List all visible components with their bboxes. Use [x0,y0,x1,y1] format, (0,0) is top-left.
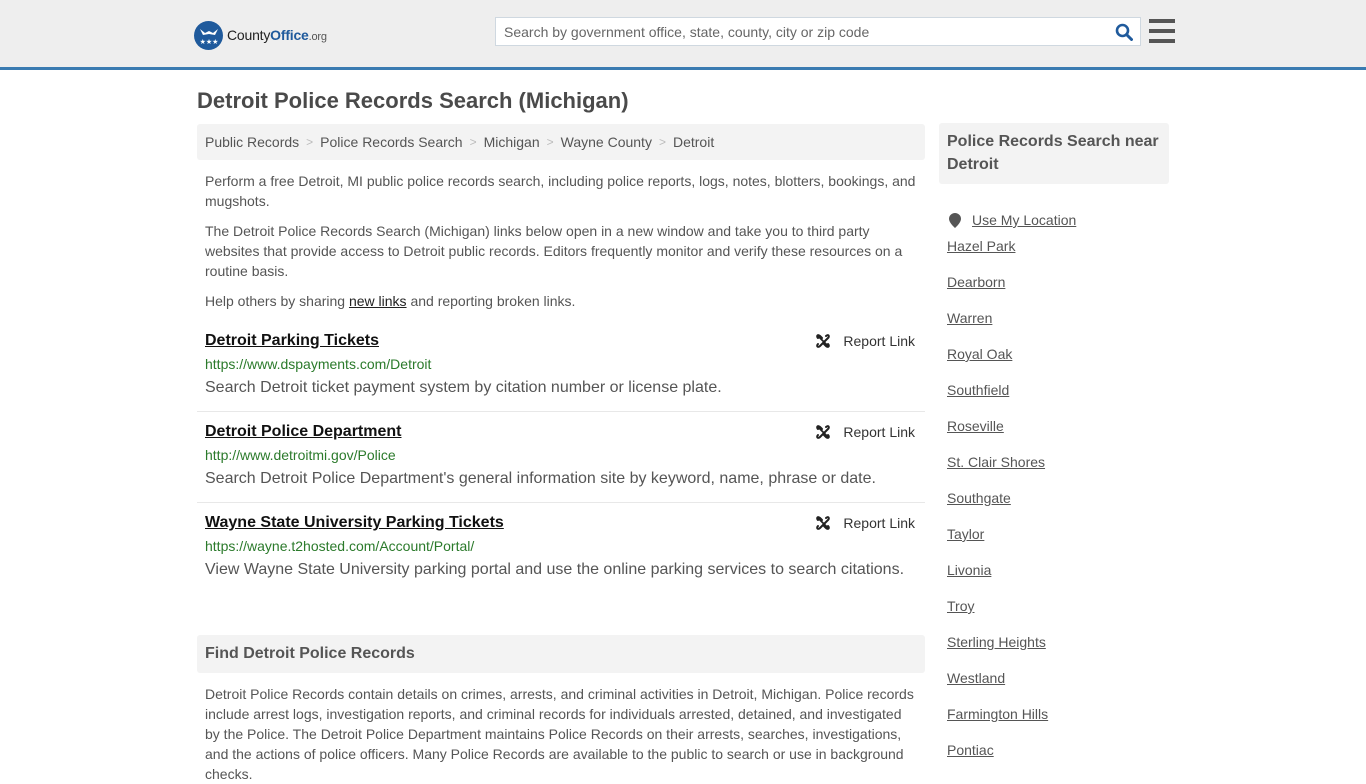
result-title-link[interactable]: Detroit Parking Tickets [205,331,379,351]
svg-text:★★★: ★★★ [199,38,218,46]
menu-bar [1149,39,1175,43]
breadcrumb-separator: > [546,135,554,149]
logo-link[interactable]: ★★★ CountyOffice.org [194,20,327,50]
city-link[interactable]: Sterling Heights [947,634,1046,650]
city-link[interactable]: Southfield [947,382,1009,398]
result-title-link[interactable]: Detroit Police Department [205,422,401,442]
city-link[interactable]: Hazel Park [947,238,1015,254]
city-link[interactable]: Southgate [947,490,1011,506]
map-pin-icon [949,212,961,228]
menu-bar [1149,19,1175,23]
new-links-link[interactable]: new links [349,293,407,309]
city-link[interactable]: Troy [947,598,974,614]
result-item: Detroit Parking Tickets https://www.dspa… [197,321,925,412]
sidebar-item-st-clair-shores: St. Clair Shores [947,454,1161,490]
breadcrumb-detroit[interactable]: Detroit [673,134,714,150]
sidebar-item-southfield: Southfield [947,382,1161,418]
hamburger-menu-icon[interactable] [1149,19,1175,43]
use-location-item: Use My Location [947,202,1161,238]
result-item: Wayne State University Parking Tickets h… [197,503,925,594]
sidebar-item-taylor: Taylor [947,526,1161,562]
city-link[interactable]: Livonia [947,562,991,578]
page-title: Detroit Police Records Search (Michigan) [197,88,629,113]
results-list: Detroit Parking Tickets https://www.dspa… [197,321,925,594]
sidebar-item-dearborn: Dearborn [947,274,1161,310]
sidebar-item-roseville: Roseville [947,418,1161,454]
sidebar-item-sterling-heights: Sterling Heights [947,634,1161,670]
city-link[interactable]: Roseville [947,418,1004,434]
sidebar-item-hazel-park: Hazel Park [947,238,1161,274]
city-link[interactable]: Pontiac [947,742,994,758]
report-link-button[interactable]: Report Link [815,424,915,440]
city-link[interactable]: Westland [947,670,1005,686]
breadcrumb-separator: > [306,135,314,149]
use-my-location-link[interactable]: Use My Location [972,212,1076,228]
breadcrumb-michigan[interactable]: Michigan [484,134,540,150]
broken-link-icon [816,516,831,530]
main-content: Public Records > Police Records Search >… [197,124,925,784]
sidebar-heading: Police Records Search near Detroit [939,123,1169,184]
breadcrumb: Public Records > Police Records Search >… [197,124,925,160]
broken-link-icon [816,334,831,348]
logo-text: CountyOffice.org [227,27,327,43]
breadcrumb-wayne-county[interactable]: Wayne County [561,134,652,150]
breadcrumb-public-records[interactable]: Public Records [205,134,299,150]
search-icon [1115,23,1133,41]
result-url: http://www.detroitmi.gov/Police [205,447,396,463]
city-link[interactable]: Taylor [947,526,984,542]
result-url: https://www.dspayments.com/Detroit [205,356,432,372]
nearby-sidebar: Police Records Search near Detroit Use M… [939,123,1169,778]
breadcrumb-separator: > [658,135,666,149]
breadcrumb-separator: > [469,135,477,149]
city-link[interactable]: Farmington Hills [947,706,1048,722]
top-header: ★★★ CountyOffice.org [0,0,1366,70]
report-link-button[interactable]: Report Link [815,515,915,531]
city-link[interactable]: St. Clair Shores [947,454,1045,470]
city-link[interactable]: Royal Oak [947,346,1012,362]
result-title-link[interactable]: Wayne State University Parking Tickets [205,513,504,533]
nearby-city-list: Use My Location Hazel Park Dearborn Warr… [939,202,1169,778]
intro-paragraph: The Detroit Police Records Search (Michi… [205,223,903,279]
city-link[interactable]: Dearborn [947,274,1005,290]
result-description: Search Detroit Police Department's gener… [205,470,876,487]
sidebar-item-royal-oak: Royal Oak [947,346,1161,382]
sidebar-item-pontiac: Pontiac [947,742,1161,778]
sidebar-item-troy: Troy [947,598,1161,634]
breadcrumb-police-records-search[interactable]: Police Records Search [320,134,462,150]
sidebar-item-warren: Warren [947,310,1161,346]
result-description: Search Detroit ticket payment system by … [205,379,722,396]
sidebar-item-livonia: Livonia [947,562,1161,598]
intro-paragraph: Perform a free Detroit, MI public police… [205,173,916,209]
sidebar-item-farmington-hills: Farmington Hills [947,706,1161,742]
search-button[interactable] [1108,18,1140,45]
broken-link-icon [816,425,831,439]
result-description: View Wayne State University parking port… [205,561,905,578]
find-records-heading: Find Detroit Police Records [197,635,925,673]
city-link[interactable]: Warren [947,310,992,326]
share-links-paragraph: Help others by sharing new links and rep… [205,293,576,309]
menu-bar [1149,29,1175,33]
result-item: Detroit Police Department http://www.det… [197,412,925,503]
search-input[interactable] [496,18,1108,45]
sidebar-item-westland: Westland [947,670,1161,706]
intro-text: Perform a free Detroit, MI public police… [197,171,925,311]
report-link-button[interactable]: Report Link [815,333,915,349]
result-url: https://wayne.t2hosted.com/Account/Porta… [205,538,475,554]
search-bar [495,17,1141,46]
eagle-stars-icon: ★★★ [194,20,223,50]
sidebar-item-southgate: Southgate [947,490,1161,526]
find-records-text: Detroit Police Records contain details o… [205,686,914,782]
